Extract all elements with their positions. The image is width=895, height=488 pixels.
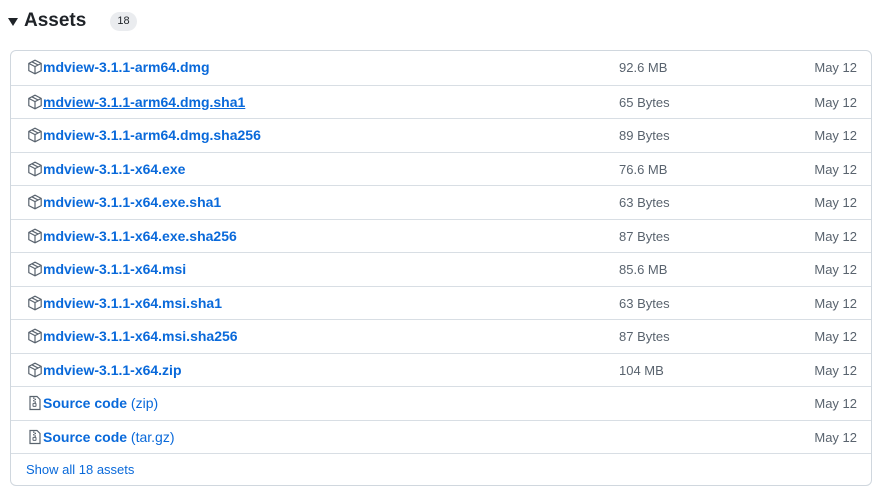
asset-size: 104 MB: [619, 362, 664, 378]
asset-name: mdview-3.1.1-x64.msi.sha256: [43, 328, 238, 344]
package-icon: [27, 362, 43, 378]
asset-name: mdview-3.1.1-x64.msi.sha1: [43, 294, 222, 311]
asset-download-link[interactable]: mdview-3.1.1-x64.msi.sha1: [43, 295, 222, 311]
asset-download-link[interactable]: Source code (tar.gz): [43, 429, 175, 445]
asset-name: mdview-3.1.1-x64.exe.sha256: [43, 227, 237, 244]
asset-size: 87 Bytes: [619, 228, 670, 244]
asset-size: 63 Bytes: [619, 195, 670, 210]
package-icon: [27, 295, 43, 311]
asset-date: May 12: [814, 262, 857, 277]
asset-name: mdview-3.1.1-x64.zip: [43, 361, 182, 378]
file-zip-icon: [27, 429, 43, 445]
asset-size: 63 Bytes: [619, 295, 670, 311]
asset-date: May 12: [814, 161, 857, 177]
asset-format-suffix: (zip): [130, 395, 159, 411]
asset-size: 92.6 MB: [619, 60, 668, 75]
package-icon: [27, 94, 43, 110]
asset-row: mdview-3.1.1-x64.exe.sha1 63 Bytes May 12: [11, 185, 871, 219]
asset-size: 76.6 MB: [619, 161, 668, 177]
asset-row: mdview-3.1.1-x64.msi.sha1 63 Bytes May 12: [11, 285, 871, 320]
asset-size: 89 Bytes: [619, 128, 670, 143]
asset-row: mdview-3.1.1-arm64.dmg.sha1 65 Bytes May 1…: [11, 84, 871, 119]
asset-name: Source code: [43, 395, 128, 411]
asset-date: May 12: [814, 228, 857, 244]
asset-row: Source code (zip) May 12: [11, 386, 871, 420]
asset-date: May 12: [814, 329, 857, 344]
asset-date: May 12: [814, 429, 857, 445]
asset-row: mdview-3.1.1-arm64.dmg 92.6 MB May 12: [11, 51, 871, 85]
asset-date: May 12: [814, 195, 857, 210]
asset-date: May 12: [814, 94, 857, 110]
asset-date: May 12: [814, 362, 857, 378]
asset-row: mdview-3.1.1-x64.msi.sha256 87 Bytes May 1…: [11, 319, 871, 353]
asset-row: Source code (tar.gz) May 12: [11, 419, 871, 454]
asset-name: mdview-3.1.1-arm64.dmg: [43, 59, 210, 75]
asset-row: mdview-3.1.1-x64.msi 85.6 MB May 12: [11, 252, 871, 286]
assets-header[interactable]: Assets 18: [8, 8, 137, 34]
assets-count-badge: 18: [110, 11, 137, 31]
file-zip-icon: [27, 395, 43, 411]
asset-name: mdview-3.1.1-arm64.dmg.sha1: [43, 93, 246, 110]
asset-name: Source code: [43, 428, 128, 445]
package-icon: [27, 328, 43, 344]
assets-list: Show all 18 assets mdview-3.1.1-arm64.dm…: [10, 50, 872, 486]
asset-download-link[interactable]: mdview-3.1.1-x64.msi.sha256: [43, 328, 238, 344]
asset-download-link[interactable]: mdview-3.1.1-arm64.dmg.sha1: [43, 94, 245, 110]
assets-title: Assets: [24, 10, 87, 31]
triangle-down-icon[interactable]: [8, 18, 18, 26]
asset-name: mdview-3.1.1-arm64.dmg.sha256: [43, 127, 261, 143]
asset-download-link[interactable]: mdview-3.1.1-arm64.dmg.sha256: [43, 127, 261, 143]
asset-date: May 12: [814, 295, 857, 311]
package-icon: [27, 127, 43, 143]
asset-size: 85.6 MB: [619, 262, 668, 277]
asset-row: mdview-3.1.1-x64.exe.sha256 87 Bytes May 1…: [11, 218, 871, 253]
asset-format-suffix: (tar.gz): [130, 428, 175, 445]
asset-date: May 12: [814, 396, 857, 411]
asset-name: mdview-3.1.1-x64.msi: [43, 261, 187, 277]
package-icon: [27, 194, 43, 210]
asset-download-link[interactable]: mdview-3.1.1-arm64.dmg: [43, 59, 210, 75]
asset-size: 65 Bytes: [619, 94, 670, 110]
asset-name: mdview-3.1.1-x64.exe: [43, 160, 186, 177]
package-icon: [27, 228, 43, 244]
asset-download-link[interactable]: mdview-3.1.1-x64.exe: [43, 161, 185, 177]
asset-row: mdview-3.1.1-x64.zip 104 MB May 12: [11, 352, 871, 387]
asset-download-link[interactable]: mdview-3.1.1-x64.exe.sha256: [43, 228, 237, 244]
assets-footer-divider: [11, 453, 871, 454]
asset-download-link[interactable]: mdview-3.1.1-x64.exe.sha1: [43, 194, 221, 210]
asset-row: mdview-3.1.1-x64.exe 76.6 MB May 12: [11, 151, 871, 186]
asset-download-link[interactable]: mdview-3.1.1-x64.zip: [43, 362, 182, 378]
asset-date: May 12: [814, 60, 857, 75]
asset-size: 87 Bytes: [619, 329, 670, 344]
asset-row: mdview-3.1.1-arm64.dmg.sha256 89 Bytes May…: [11, 118, 871, 152]
asset-date: May 12: [814, 128, 857, 143]
package-icon: [27, 59, 43, 75]
asset-name: mdview-3.1.1-x64.exe.sha1: [43, 194, 222, 210]
asset-download-link[interactable]: Source code (zip): [43, 395, 158, 411]
package-icon: [27, 261, 43, 277]
show-all-assets-link[interactable]: Show all 18 assets: [26, 462, 134, 477]
asset-download-link[interactable]: mdview-3.1.1-x64.msi: [43, 261, 186, 277]
package-icon: [27, 161, 43, 177]
